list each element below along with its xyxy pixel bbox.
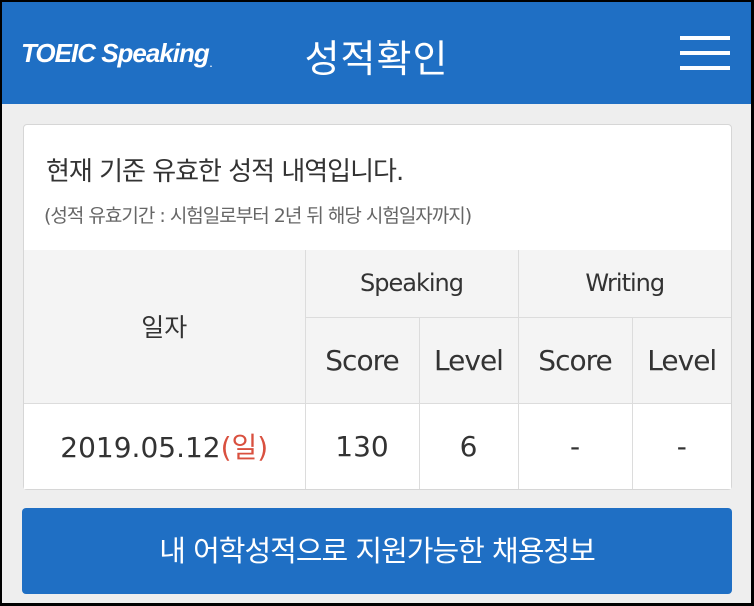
score-card: 현재 기준 유효한 성적 내역입니다. (성적 유효기간 : 시험일로부터 2년… xyxy=(23,124,732,490)
speaking-level-value: 6 xyxy=(418,402,519,489)
table-group-header-row: 일자 Speaking Writing xyxy=(24,250,732,404)
valid-scores-headline: 현재 기준 유효한 성적 내역입니다. xyxy=(46,157,404,187)
speaking-score-header: Score xyxy=(305,316,420,404)
score-card-header: 현재 기준 유효한 성적 내역입니다. (성적 유효기간 : 시험일로부터 2년… xyxy=(24,125,731,251)
app-frame: TOEIC Speaking. 성적확인 현재 기준 유효한 성적 내역입니다.… xyxy=(2,2,751,603)
speaking-level-header: Level xyxy=(418,316,519,404)
eligible-jobs-button[interactable]: 내 어학성적으로 지원가능한 채용정보 xyxy=(22,508,732,594)
writing-score-header: Score xyxy=(517,316,633,404)
writing-group-header: Writing xyxy=(517,250,732,318)
speaking-group-header: Speaking xyxy=(304,250,519,318)
speaking-score-value: 130 xyxy=(304,402,420,489)
hamburger-menu-icon[interactable] xyxy=(680,32,730,74)
top-bar: TOEIC Speaking. 성적확인 xyxy=(2,2,751,104)
validity-period-note: (성적 유효기간 : 시험일로부터 2년 뒤 해당 시험일자까지) xyxy=(44,205,472,227)
page-title: 성적확인 xyxy=(304,37,449,81)
writing-level-header: Level xyxy=(631,316,732,404)
date-column-header: 일자 xyxy=(24,250,306,404)
test-date-cell: 2019.05.12(일) xyxy=(24,402,306,489)
writing-level-value: - xyxy=(631,402,732,489)
test-day-of-week: (일) xyxy=(220,431,269,465)
table-row: 2019.05.12(일) 130 6 - - xyxy=(24,402,732,489)
writing-score-value: - xyxy=(517,402,633,489)
menu-bar-middle xyxy=(680,51,730,55)
score-table: 일자 Speaking Writing Score Level Score Le… xyxy=(24,250,732,489)
menu-bar-bottom xyxy=(680,66,730,70)
menu-bar-top xyxy=(680,36,730,40)
test-date: 2019.05.12 xyxy=(60,431,221,465)
